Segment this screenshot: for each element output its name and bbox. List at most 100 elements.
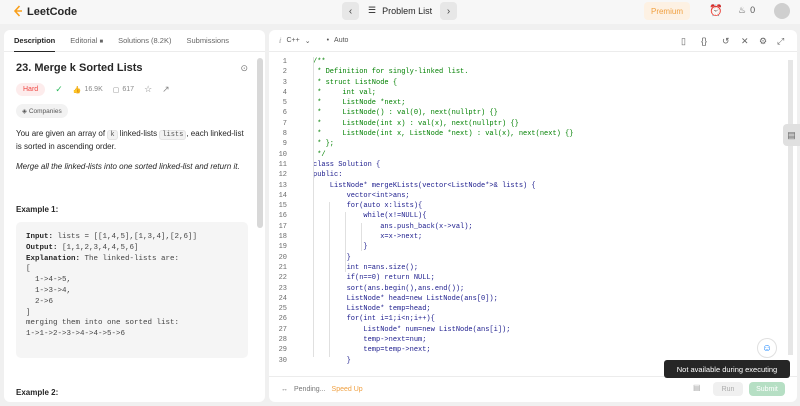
gear-icon[interactable]: ⚙ [759, 36, 767, 47]
code-text: * struct ListNode { [313, 78, 398, 87]
code-text: sort(ans.begin(),ans.end()); [313, 284, 465, 293]
streak-counter[interactable]: ♨ 0 [738, 5, 755, 16]
problem-task: Merge all the linked-lists into one sort… [16, 162, 240, 171]
example-1-title: Example 1: [16, 205, 59, 214]
indent-guide [313, 57, 314, 357]
code-line: 16 while(x!=NULL){ [269, 211, 797, 221]
code-line: 24 ListNode* head=new ListNode(ans[0]); [269, 294, 797, 304]
comments-button[interactable]: ▢ 617 [113, 86, 134, 94]
code-text: ListNode* head=new ListNode(ans[0]); [313, 294, 498, 303]
chat-icon[interactable]: ☺ [757, 338, 777, 358]
braces-icon[interactable]: {} [701, 36, 707, 46]
tag-icon: ◈ [22, 108, 27, 115]
line-number: 21 [278, 263, 287, 272]
line-number: 10 [278, 150, 287, 159]
code-line: 10 */ [269, 150, 797, 160]
console-toggle-icon[interactable]: ▤ [693, 383, 701, 392]
code-line: 15 for(auto x:lists){ [269, 201, 797, 211]
code-line: 14 vector<int>ans; [269, 191, 797, 201]
more-icon[interactable]: ⊙ [240, 63, 248, 74]
reset-icon[interactable]: ↺ [722, 36, 730, 47]
speed-up-link[interactable]: Speed Up [332, 386, 363, 393]
solved-check-icon: ✓ [55, 84, 63, 94]
next-problem-button[interactable]: › [440, 2, 457, 20]
pending-status: Pending... [294, 386, 326, 393]
alarm-clock-icon[interactable]: ⏰ [709, 4, 723, 17]
line-number: 15 [278, 202, 287, 211]
run-button[interactable]: Run [713, 382, 743, 396]
auto-mode[interactable]: • Auto [327, 37, 349, 44]
code-text: class Solution { [313, 160, 381, 169]
code-text: vector<int>ans; [313, 191, 410, 200]
bookmark-icon[interactable]: ▯ [681, 36, 686, 47]
line-number: 11 [278, 160, 287, 169]
language-select[interactable]: ⅈ C++ ⌄ [279, 37, 311, 45]
star-icon[interactable]: ☆ [144, 84, 152, 95]
code-text: * ListNode(int x) : val(x), next(nullptr… [313, 119, 519, 128]
editor-scrollbar[interactable] [788, 60, 793, 355]
tab-editorial-label: Editorial [70, 36, 98, 45]
code-line: 26 for(int i=1;i<n;i++){ [269, 314, 797, 324]
code-line: 7 * ListNode(int x) : val(x), next(nullp… [269, 119, 797, 129]
code-line: 1 /** [269, 57, 797, 67]
tab-editorial[interactable]: Editorial ■ [70, 36, 103, 45]
code-line: 8 * ListNode(int x, ListNode *next) : va… [269, 129, 797, 139]
code-text: ListNode* mergeKLists(vector<ListNode*>&… [313, 181, 536, 190]
premium-button[interactable]: Premium [644, 2, 690, 20]
share-icon[interactable]: ↗ [162, 84, 170, 95]
comment-icon: ▢ [112, 86, 120, 94]
code-text: * Definition for singly-linked list. [313, 68, 469, 77]
line-number: 12 [278, 171, 287, 180]
line-number: 27 [278, 325, 287, 334]
like-count: 16.9K [84, 85, 103, 93]
code-icon: ⅈ [279, 37, 282, 45]
close-icon[interactable]: ✕ [741, 36, 749, 47]
problem-list-button[interactable]: ☰ Problem List [368, 5, 432, 16]
explanation-label: Explanation: [26, 254, 81, 263]
code-line: 21 int n=ans.size(); [269, 263, 797, 273]
explanation-value: The linked-lists are: [ 1->4->5, 1->3->4… [26, 254, 180, 339]
leetcode-logo-icon [13, 5, 22, 17]
tab-description[interactable]: Description [14, 36, 56, 52]
line-number: 25 [278, 305, 287, 314]
code-text: * ListNode *next; [313, 99, 406, 108]
code-line: 17 ans.push_back(x->val); [269, 222, 797, 232]
code-text: public: [313, 171, 343, 180]
tooltip: Not available during executing [664, 360, 790, 378]
prev-problem-button[interactable]: ‹ [342, 2, 359, 20]
line-number: 30 [278, 356, 287, 365]
description-tabs: Description Editorial ■ Solutions (8.2K)… [4, 30, 265, 52]
code-line: 9 * }; [269, 139, 797, 149]
code-line: 13 ListNode* mergeKLists(vector<ListNode… [269, 181, 797, 191]
tab-solutions[interactable]: Solutions (8.2K) [118, 36, 171, 45]
line-number: 4 [282, 88, 287, 97]
tab-submissions[interactable]: Submissions [186, 36, 229, 45]
companies-tag[interactable]: ◈ Companies [16, 104, 68, 118]
expand-icon[interactable]: ⤢ [777, 36, 784, 47]
code-line: 2 * Definition for singly-linked list. [269, 67, 797, 77]
indent-guide [345, 212, 346, 272]
code-text: } [313, 356, 351, 365]
like-button[interactable]: 👍 16.9K [73, 86, 103, 94]
user-avatar[interactable] [774, 3, 790, 19]
line-number: 17 [278, 222, 287, 231]
submit-button[interactable]: Submit [749, 382, 785, 396]
code-editor[interactable]: 1/** 2 * Definition for singly-linked lis… [269, 57, 797, 367]
desc-text-2: linked-lists [117, 129, 160, 138]
code-line: 22 if(n==0) return NULL; [269, 273, 797, 283]
code-line: 25 ListNode* temp=head; [269, 304, 797, 314]
code-text: /** [313, 58, 326, 66]
output-value: [1,1,2,3,4,4,5,6] [57, 243, 139, 252]
example-2-title: Example 2: [16, 388, 59, 397]
description-scrollbar[interactable] [257, 58, 263, 228]
leetcode-logo[interactable]: LeetCode [12, 5, 77, 18]
line-number: 5 [282, 99, 287, 108]
code-line: 19 } [269, 242, 797, 252]
side-panel-icon[interactable]: ▤ [783, 124, 800, 146]
input-value: lists = [[1,4,5],[1,3,4],[2,6]] [53, 233, 198, 241]
code-line: 12 public: [269, 170, 797, 180]
code-text: * int val; [313, 88, 377, 97]
line-number: 7 [282, 119, 287, 128]
line-number: 13 [278, 181, 287, 190]
code-text: ans.push_back(x->val); [313, 222, 473, 231]
